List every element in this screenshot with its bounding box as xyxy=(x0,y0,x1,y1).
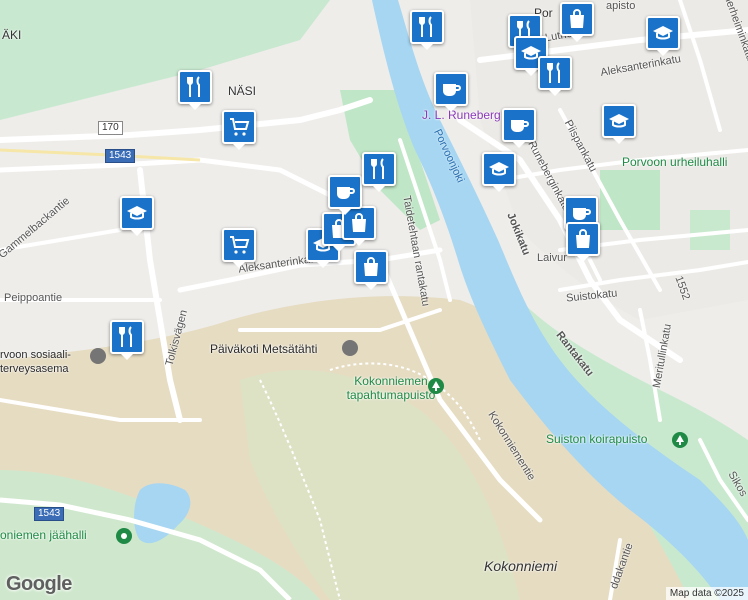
restaurant-icon xyxy=(187,76,200,97)
coffee-cup-icon xyxy=(443,84,461,96)
shopping-bag-icon xyxy=(576,229,590,248)
map-attribution[interactable]: Map data ©2025 xyxy=(665,587,748,600)
shopping-cart-icon xyxy=(230,236,250,254)
road-label-laivurinkatu: Laivur xyxy=(537,252,567,264)
school-pin-east-2[interactable] xyxy=(602,104,636,144)
school-pin-river[interactable] xyxy=(482,152,516,192)
area-label-nasi: NÄSI xyxy=(228,84,257,98)
google-logo: Google xyxy=(6,573,72,595)
school-poi-icon xyxy=(342,340,358,356)
restaurant-icon xyxy=(419,16,432,37)
park-tree-icon xyxy=(428,378,444,394)
shopping-bag-icon xyxy=(364,257,378,276)
label-jaahalli: oniemen jäähalli xyxy=(0,528,87,542)
area-label-kokonniemi: Kokonniemi xyxy=(484,558,558,574)
area-label-aki: ÄKI xyxy=(2,28,22,42)
road-shield-1543-south: 1543 xyxy=(34,507,65,521)
label-apisto: apisto xyxy=(606,0,636,12)
restaurant-pin-2[interactable] xyxy=(362,152,396,192)
shopping-bag-pin-3[interactable] xyxy=(354,250,388,290)
restaurant-icon xyxy=(547,62,560,83)
restaurant-pin[interactable] xyxy=(178,70,212,110)
road-shield-1543: 1543 xyxy=(105,149,136,163)
school-pin-east[interactable] xyxy=(646,16,680,56)
shopping-cart-pin-2[interactable] xyxy=(222,228,256,268)
shopping-cart-pin[interactable] xyxy=(222,110,256,150)
cafe-pin-north[interactable] xyxy=(434,72,468,112)
coffee-cup-icon xyxy=(337,187,355,199)
shopping-cart-icon xyxy=(230,118,250,136)
school-cap-icon xyxy=(653,26,673,40)
restaurant-icon xyxy=(119,326,132,347)
shopping-bag-pin-ne[interactable] xyxy=(560,2,594,42)
map-canvas[interactable] xyxy=(0,0,748,600)
label-sosiaali: rvoon sosiaali- terveysasema xyxy=(0,349,71,375)
restaurant-pin-3[interactable] xyxy=(110,320,144,360)
shopping-bag-pin-se[interactable] xyxy=(566,222,600,262)
coffee-cup-icon xyxy=(511,120,529,132)
school-pin-west[interactable] xyxy=(120,196,154,236)
restaurant-icon xyxy=(371,158,384,179)
school-cap-icon xyxy=(489,162,509,176)
road-shield-170: 170 xyxy=(98,121,123,135)
road-label-peippoantie: Peippoantie xyxy=(4,292,63,304)
school-cap-icon xyxy=(609,114,629,128)
label-suiston: Suiston koirapuisto xyxy=(546,432,648,446)
park-tree-icon-suiston xyxy=(672,432,688,448)
shopping-bag-icon xyxy=(570,9,584,28)
label-paivakoti: Päiväkoti Metsätähti xyxy=(210,342,318,356)
school-cap-icon xyxy=(127,206,147,220)
restaurant-pin-ne-2[interactable] xyxy=(538,56,572,96)
sports-field-2 xyxy=(690,210,730,250)
cafe-pin-east[interactable] xyxy=(502,108,536,148)
cafe-pin[interactable] xyxy=(328,175,362,215)
health-poi-icon xyxy=(90,348,106,364)
label-urheiluhalli: Porvoon urheiluhalli xyxy=(622,155,728,169)
restaurant-pin-north[interactable] xyxy=(410,10,444,50)
sports-icon-jaahalli xyxy=(116,528,132,544)
